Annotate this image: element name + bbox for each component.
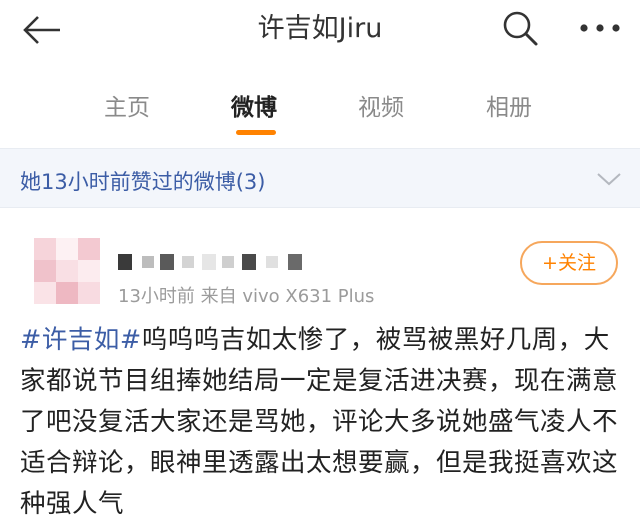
follow-button[interactable]: +关注: [520, 241, 618, 285]
chevron-down-icon[interactable]: [594, 167, 624, 191]
post-card: 13小时前 来自 vivo X631 Plus +关注 #许吉如#呜呜呜吉如太惨…: [0, 212, 640, 528]
page-title: 许吉如Jiru: [257, 13, 383, 44]
tab-weibo[interactable]: 微博: [231, 88, 277, 122]
post-meta: 13小时前 来自 vivo X631 Plus: [118, 286, 375, 307]
tab-home[interactable]: 主页: [104, 88, 150, 122]
search-icon[interactable]: [500, 8, 540, 48]
tab-videos[interactable]: 视频: [358, 88, 404, 122]
profile-tabs: 主页 微博 视频 相册: [0, 70, 640, 140]
hashtag-link[interactable]: #许吉如#: [20, 325, 142, 355]
active-tab-indicator: [236, 130, 276, 135]
liked-posts-label: 她13小时前赞过的微博(3): [20, 170, 266, 194]
liked-posts-bar[interactable]: 她13小时前赞过的微博(3): [0, 148, 640, 208]
more-options-icon[interactable]: [578, 10, 622, 46]
author-name-redacted[interactable]: [118, 248, 318, 278]
tab-albums[interactable]: 相册: [486, 88, 532, 122]
avatar[interactable]: [34, 238, 100, 304]
post-body: #许吉如#呜呜呜吉如太惨了，被骂被黑好几周，大家都说节目组捧她结局一定是复活进决…: [20, 320, 630, 525]
top-bar: 许吉如Jiru: [0, 0, 640, 62]
